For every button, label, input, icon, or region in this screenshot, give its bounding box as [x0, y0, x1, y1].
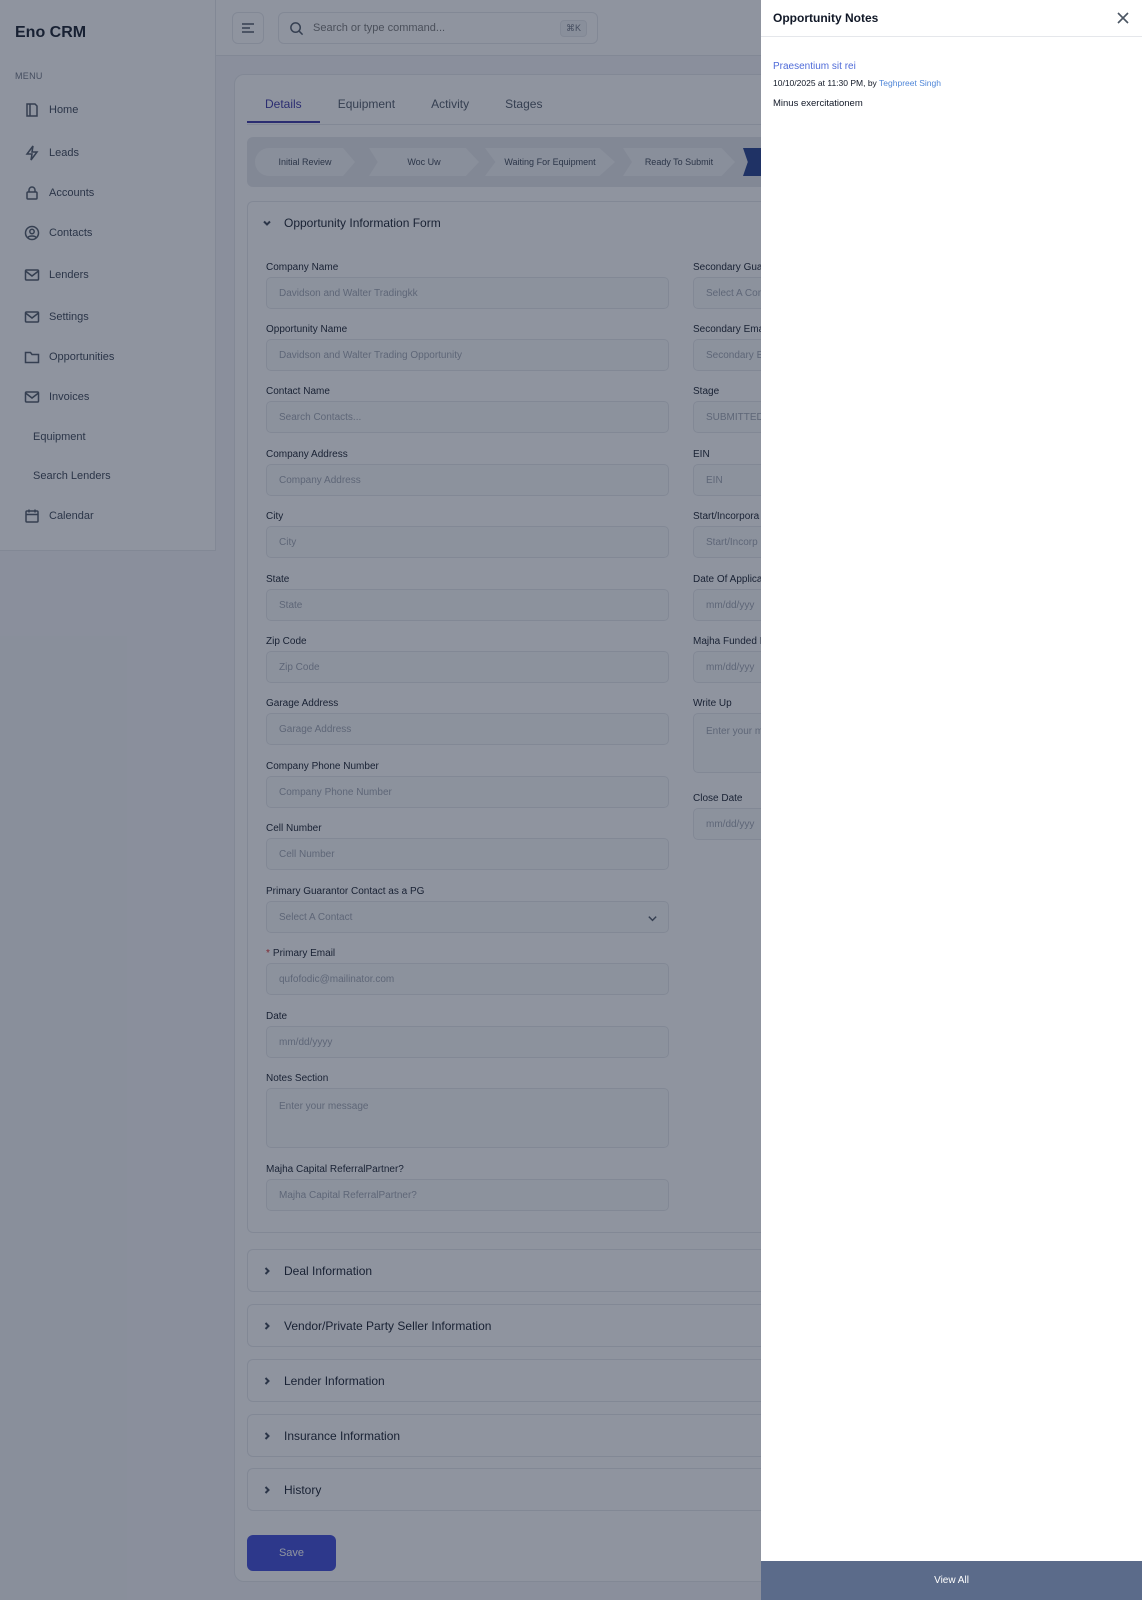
close-button[interactable] [1116, 11, 1130, 25]
note-body: Minus exercitationem [773, 98, 863, 109]
drawer-divider [761, 36, 1142, 37]
note-title-link[interactable]: Praesentium sit rei [773, 61, 856, 72]
close-icon [1117, 12, 1129, 24]
note-meta: 10/10/2025 at 11:30 PM, by Teghpreet Sin… [773, 78, 941, 88]
opportunity-notes-drawer: Opportunity Notes Praesentium sit rei 10… [761, 0, 1142, 1600]
drawer-title: Opportunity Notes [773, 11, 879, 25]
view-all-button[interactable]: View All [761, 1561, 1142, 1600]
modal-backdrop[interactable] [0, 0, 761, 1600]
note-author-link[interactable]: Teghpreet Singh [879, 78, 941, 88]
note-timestamp: 10/10/2025 at 11:30 PM, by [773, 78, 877, 88]
